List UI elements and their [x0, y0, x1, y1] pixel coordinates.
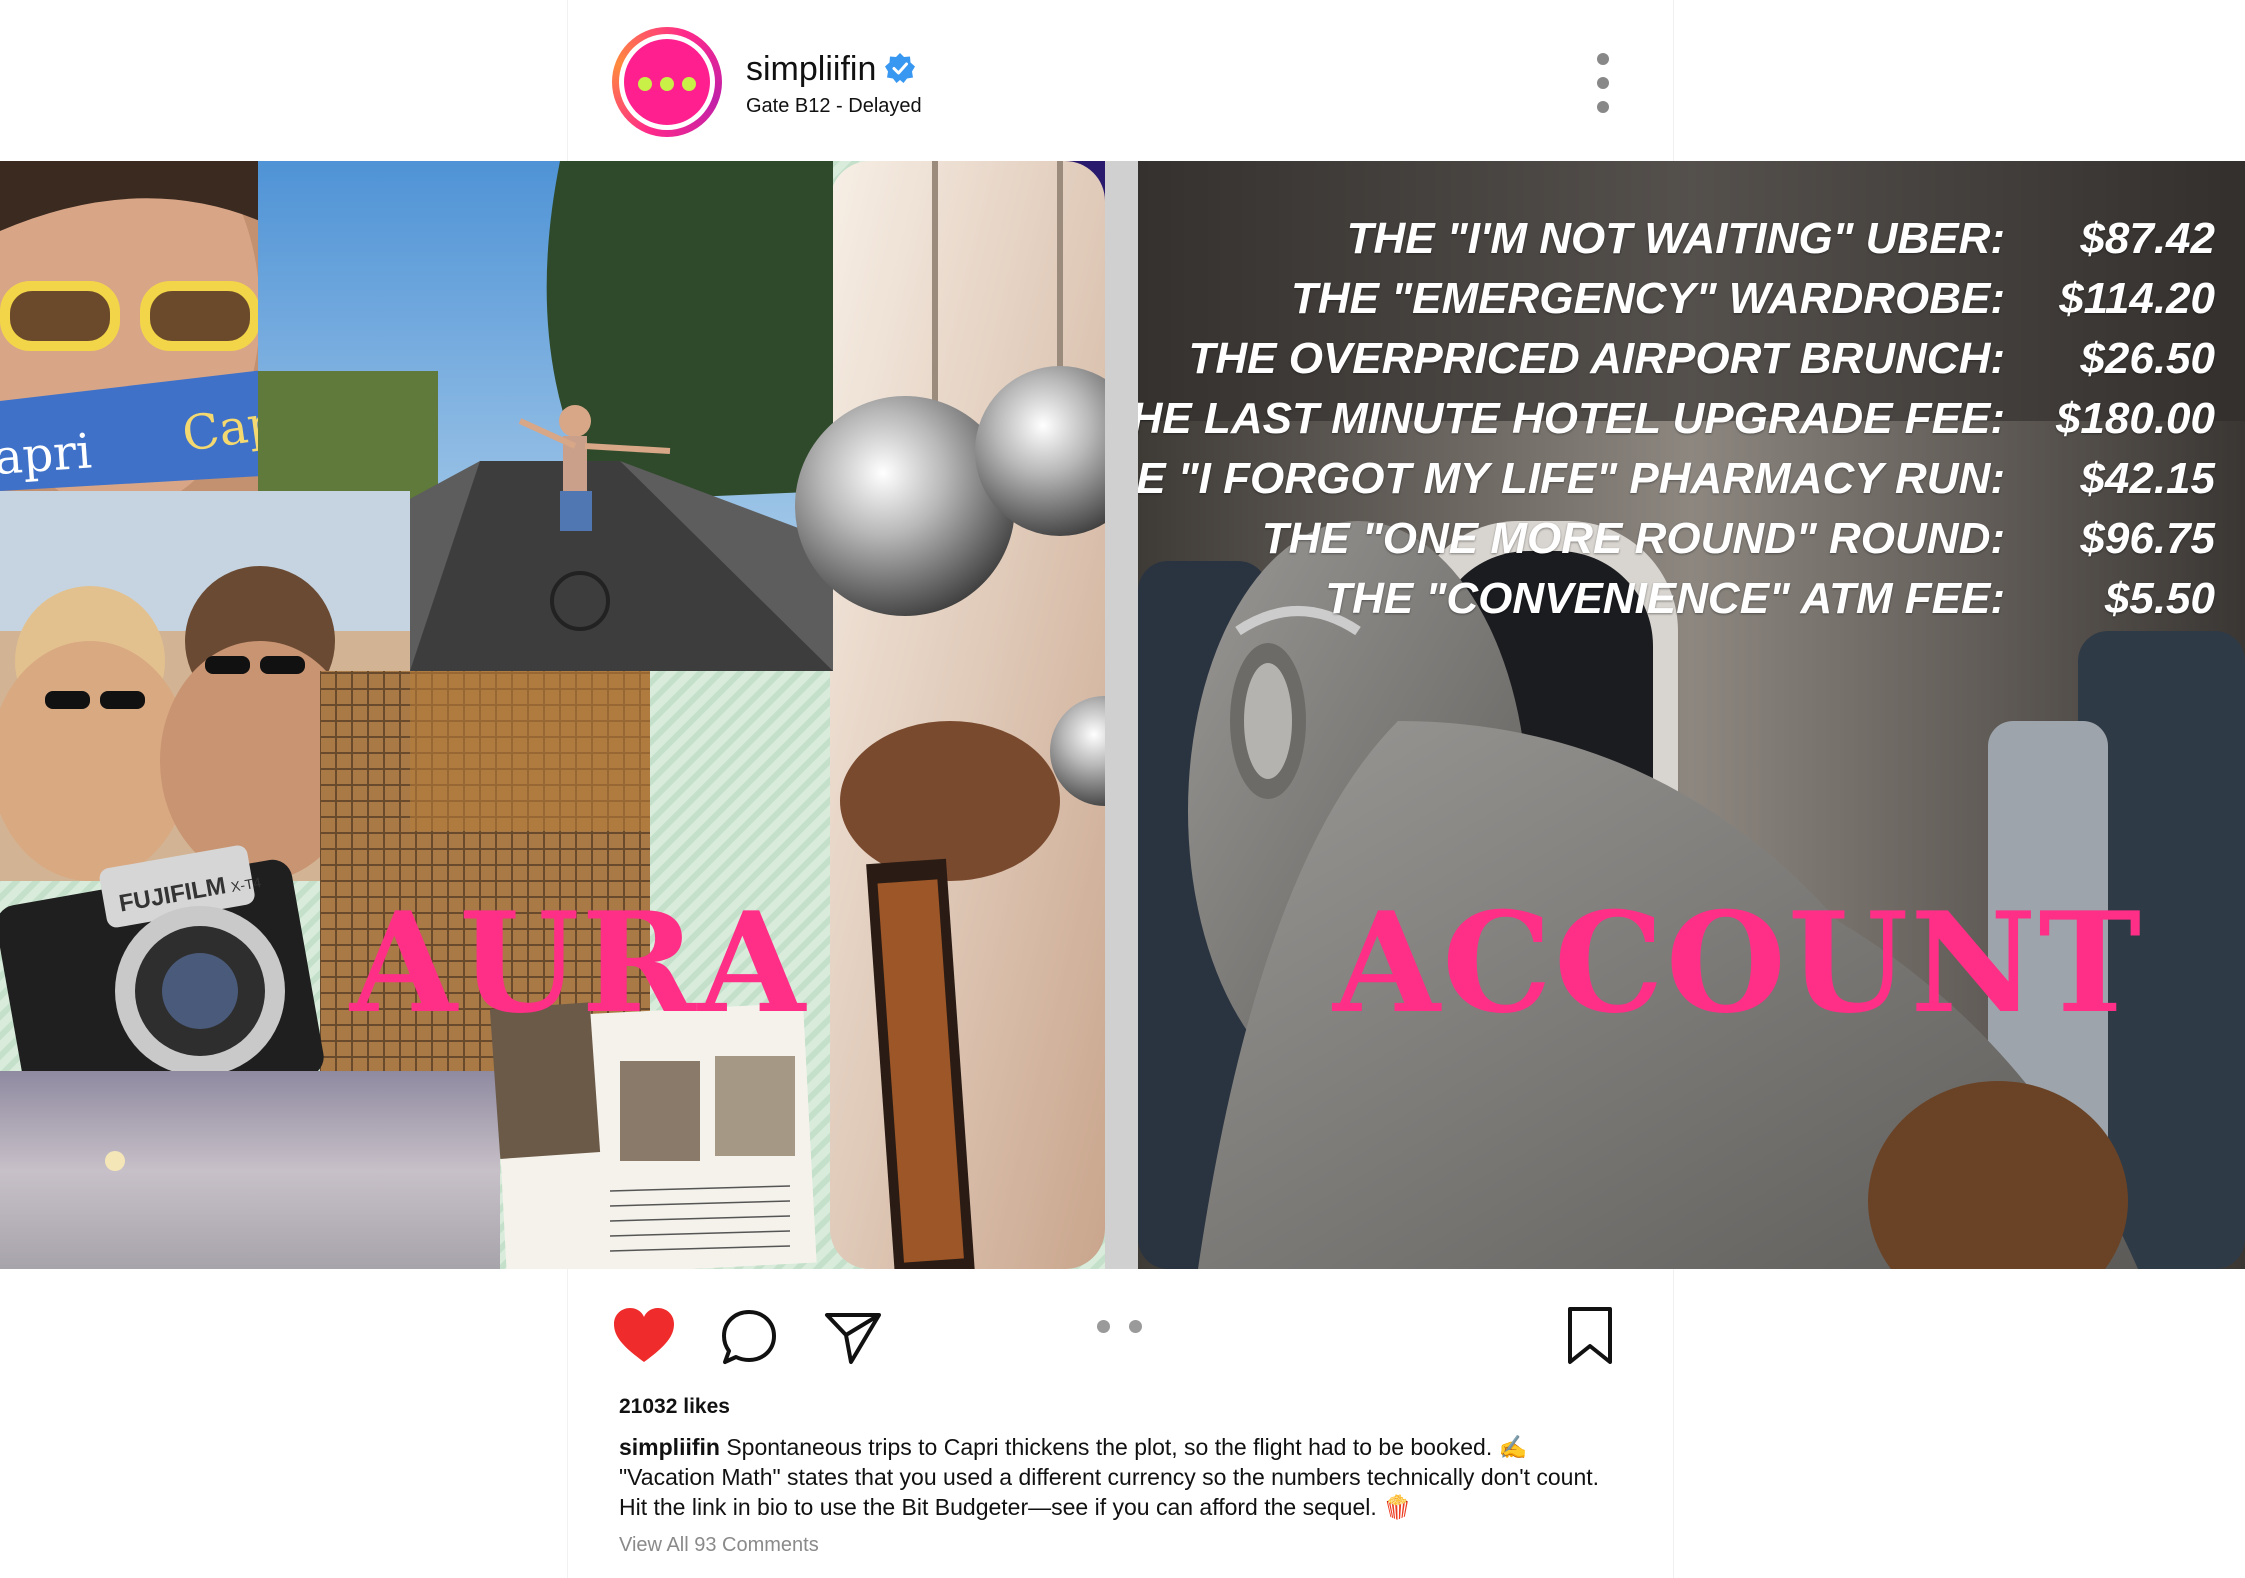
expense-row: THE "CONVENIENCE" ATM FEE: $5.50	[1138, 569, 2215, 629]
avatar[interactable]	[612, 27, 722, 137]
magazine-title-partial: apri	[0, 423, 93, 486]
heart-icon[interactable]	[612, 1306, 676, 1366]
view-comments-link[interactable]: View All 93 Comments	[619, 1534, 819, 1557]
post-caption: simpliifin Spontaneous trips to Capri th…	[619, 1432, 1619, 1522]
expense-value: $180.00	[2055, 394, 2215, 443]
more-vertical-icon	[1597, 53, 1609, 65]
expense-row: THE "EMERGENCY" WARDROBE: $114.20	[1138, 269, 2215, 329]
expense-label: THE "CONVENIENCE" ATM FEE:	[1325, 574, 2005, 623]
account-title: ACCOUNT	[1333, 881, 2144, 1044]
slide-aura-collage: Capri apri FUJIFILM X-T4 AURA	[0, 161, 1105, 1269]
post-media-carousel[interactable]: Capri apri FUJIFILM X-T4 AURA THE "I'M N…	[0, 161, 2245, 1269]
expense-label: THE "I'M NOT WAITING" UBER:	[1346, 214, 2005, 263]
expense-row: THE OVERPRICED AIRPORT BRUNCH: $26.50	[1138, 329, 2216, 389]
expense-value: $96.75	[2080, 514, 2215, 563]
expense-value: $87.42	[2080, 214, 2215, 263]
expense-row: THE LAST MINUTE HOTEL UPGRADE FEE: $180.…	[1138, 389, 2215, 449]
caption-text: Spontaneous trips to Capri thickens the …	[619, 1434, 1600, 1520]
carousel-dot-1[interactable]	[1097, 1320, 1110, 1333]
expense-list: THE "I'M NOT WAITING" UBER: $87.42 THE "…	[1138, 209, 2215, 629]
expense-label: THE "ONE MORE ROUND" ROUND:	[1261, 514, 2005, 563]
avatar-dot	[660, 77, 674, 91]
expense-value: $42.15	[2080, 454, 2215, 503]
expense-row: THE "ONE MORE ROUND" ROUND: $96.75	[1138, 509, 2215, 569]
expense-label: THE OVERPRICED AIRPORT BRUNCH:	[1188, 334, 2006, 383]
expense-label: THE "I FORGOT MY LIFE" PHARMACY RUN:	[1138, 454, 2005, 503]
carousel-dot-2[interactable]	[1129, 1320, 1142, 1333]
expense-value: $114.20	[2059, 274, 2215, 323]
send-icon[interactable]	[824, 1310, 882, 1366]
comment-icon[interactable]	[720, 1308, 778, 1366]
avatar-dot	[638, 77, 652, 91]
expense-label: THE LAST MINUTE HOTEL UPGRADE FEE:	[1138, 394, 2005, 443]
expense-label: THE "EMERGENCY" WARDROBE:	[1291, 274, 2005, 323]
aura-collage-image: Capri apri FUJIFILM X-T4	[0, 161, 1105, 1269]
more-vertical-icon	[1597, 77, 1609, 89]
avatar-dot	[682, 77, 696, 91]
post-location[interactable]: Gate B12 - Delayed	[746, 95, 922, 118]
bookmark-icon[interactable]	[1566, 1306, 1614, 1366]
expense-value: $5.50	[2104, 574, 2215, 623]
expense-row: THE "I'M NOT WAITING" UBER: $87.42	[1138, 209, 2215, 269]
more-options-button[interactable]	[1586, 48, 1620, 118]
carousel-gutter	[1105, 161, 1138, 1269]
caption-username[interactable]: simpliifin	[619, 1434, 720, 1460]
expense-row: THE "I FORGOT MY LIFE" PHARMACY RUN: $42…	[1138, 449, 2215, 509]
verified-badge-icon	[885, 53, 915, 83]
avatar-image	[624, 39, 710, 125]
expense-value: $26.50	[2080, 334, 2215, 383]
like-count[interactable]: 21032 likes	[619, 1395, 730, 1419]
aura-title: AURA	[350, 881, 808, 1044]
more-vertical-icon	[1597, 101, 1609, 113]
post-username[interactable]: simpliifin	[746, 50, 876, 89]
slide-account-expenses: THE "I'M NOT WAITING" UBER: $87.42 THE "…	[1138, 161, 2245, 1269]
